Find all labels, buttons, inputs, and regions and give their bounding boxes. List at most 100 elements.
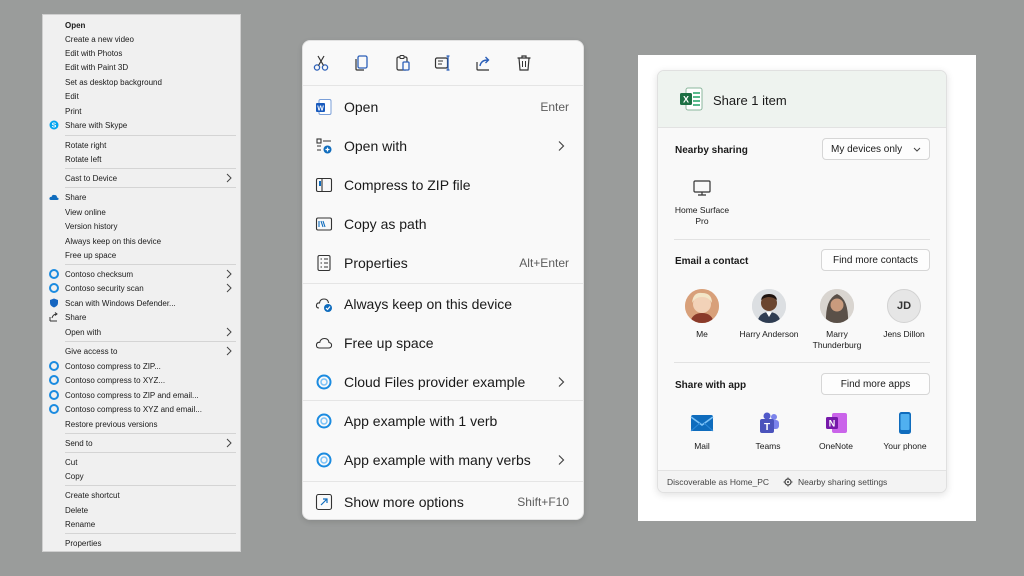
classic-item-defender[interactable]: Scan with Windows Defender... xyxy=(43,296,240,310)
classic-item-compress-zip[interactable]: Contoso compress to ZIP... xyxy=(43,359,240,373)
classic-item-version-history[interactable]: Version history xyxy=(43,219,240,233)
find-more-contacts-button[interactable]: Find more contacts xyxy=(821,249,930,271)
modern-item-app-many-verbs[interactable]: App example with many verbs xyxy=(303,441,583,479)
modern-item-open-with[interactable]: Open with xyxy=(303,127,583,165)
classic-item-rename[interactable]: Rename xyxy=(43,517,240,531)
app-label: Teams xyxy=(755,441,781,451)
contact-me[interactable]: Me xyxy=(672,289,732,349)
skype-icon: S xyxy=(49,120,59,130)
cut-button[interactable] xyxy=(310,52,332,74)
svg-text:N: N xyxy=(829,419,836,429)
cut-icon xyxy=(313,55,329,71)
classic-item-cast[interactable]: Cast to Device xyxy=(43,171,240,185)
classic-separator xyxy=(65,264,236,265)
chevron-right-icon xyxy=(226,173,232,183)
classic-separator xyxy=(65,135,236,136)
share-title: Share 1 item xyxy=(713,93,787,108)
modern-item-label: Show more options xyxy=(344,494,464,510)
classic-item-share-onedrive[interactable]: Share xyxy=(43,190,240,204)
contoso-icon xyxy=(49,404,59,414)
modern-item-copy-path[interactable]: Copy as path xyxy=(303,205,583,243)
contoso-icon xyxy=(49,283,59,293)
classic-item-compress-xyz[interactable]: Contoso compress to XYZ... xyxy=(43,373,240,387)
contoso-icon xyxy=(49,375,59,385)
classic-item-print[interactable]: Print xyxy=(43,104,240,118)
modern-item-label: Always keep on this device xyxy=(344,296,513,312)
nearby-sharing-settings-link[interactable]: Nearby sharing settings xyxy=(798,477,887,487)
modern-item-label: Properties xyxy=(344,255,408,271)
classic-item-free-space[interactable]: Free up space xyxy=(43,248,240,262)
classic-item-properties[interactable]: Properties xyxy=(43,536,240,550)
classic-item-open-with[interactable]: Open with xyxy=(43,325,240,339)
classic-separator xyxy=(65,452,236,453)
modern-item-always-keep[interactable]: Always keep on this device xyxy=(303,285,583,323)
share-separator xyxy=(674,239,930,240)
classic-item-give-access[interactable]: Give access to xyxy=(43,344,240,358)
classic-item-restore-versions[interactable]: Restore previous versions xyxy=(43,417,240,431)
classic-item-contoso-security[interactable]: Contoso security scan xyxy=(43,281,240,295)
classic-item-always-keep[interactable]: Always keep on this device xyxy=(43,234,240,248)
app-onenote[interactable]: N OneNote xyxy=(810,411,862,453)
classic-item-edit-photos[interactable]: Edit with Photos xyxy=(43,46,240,60)
nearby-sharing-dropdown[interactable]: My devices only xyxy=(822,138,930,160)
modern-item-properties[interactable]: Properties Alt+Enter xyxy=(303,244,583,282)
classic-item-rotate-right[interactable]: Rotate right xyxy=(43,138,240,152)
modern-item-free-space[interactable]: Free up space xyxy=(303,324,583,362)
classic-item-edit-paint3d[interactable]: Edit with Paint 3D xyxy=(43,60,240,74)
classic-item-send-to[interactable]: Send to xyxy=(43,436,240,450)
modern-separator xyxy=(303,400,583,401)
classic-item-create-video[interactable]: Create a new video xyxy=(43,32,240,46)
copy-button[interactable] xyxy=(351,52,373,74)
share-button[interactable] xyxy=(473,52,495,74)
app-mail[interactable]: Mail xyxy=(676,411,728,453)
modern-item-label: Copy as path xyxy=(344,216,427,232)
classic-item-open[interactable]: Open xyxy=(43,18,240,32)
app-teams[interactable]: T Teams xyxy=(742,411,794,453)
classic-item-create-shortcut[interactable]: Create shortcut xyxy=(43,488,240,502)
classic-item-rotate-left[interactable]: Rotate left xyxy=(43,152,240,166)
contact-name: Harry Anderson xyxy=(739,329,799,339)
classic-item-cut[interactable]: Cut xyxy=(43,455,240,469)
modern-item-show-more[interactable]: Show more options Shift+F10 xyxy=(303,483,583,519)
classic-item-contoso-checksum[interactable]: Contoso checksum xyxy=(43,267,240,281)
classic-item-compress-zip-email[interactable]: Contoso compress to ZIP and email... xyxy=(43,388,240,402)
classic-separator xyxy=(65,168,236,169)
app-your-phone[interactable]: Your phone xyxy=(876,411,934,453)
classic-item-compress-xyz-email[interactable]: Contoso compress to XYZ and email... xyxy=(43,402,240,416)
find-more-apps-button[interactable]: Find more apps xyxy=(821,373,930,395)
delete-button[interactable] xyxy=(513,52,535,74)
classic-separator xyxy=(65,533,236,534)
classic-item-view-online[interactable]: View online xyxy=(43,205,240,219)
chevron-right-icon xyxy=(558,141,565,151)
classic-item-share-skype[interactable]: S Share with Skype xyxy=(43,118,240,132)
share-icon xyxy=(476,56,490,71)
contact-harry-anderson[interactable]: Harry Anderson xyxy=(736,289,802,349)
trash-icon xyxy=(517,55,531,71)
copy-icon xyxy=(355,55,368,71)
rename-button[interactable] xyxy=(432,52,454,74)
paste-button[interactable] xyxy=(392,52,414,74)
classic-item-copy[interactable]: Copy xyxy=(43,469,240,483)
zip-icon xyxy=(315,177,333,193)
avatar-initials: JD xyxy=(887,289,921,323)
classic-item-set-background[interactable]: Set as desktop background xyxy=(43,75,240,89)
modern-item-open[interactable]: W Open Enter xyxy=(303,88,583,126)
contact-jens-dillon[interactable]: JD Jens Dillon xyxy=(874,289,934,349)
contact-marry-thunderburg[interactable]: Marry Thunderburg xyxy=(806,289,868,359)
modern-item-app-one-verb[interactable]: App example with 1 verb xyxy=(303,402,583,440)
contoso-icon xyxy=(316,452,332,468)
cloud-keep-icon xyxy=(315,298,332,312)
excel-icon: X xyxy=(680,87,703,111)
modern-item-cloud-files[interactable]: Cloud Files provider example xyxy=(303,363,583,401)
classic-item-edit[interactable]: Edit xyxy=(43,89,240,103)
share-with-app-title: Share with app xyxy=(675,380,747,391)
shortcut-text: Shift+F10 xyxy=(517,495,569,509)
show-more-icon xyxy=(315,493,333,511)
modern-item-label: Cloud Files provider example xyxy=(344,374,526,390)
nearby-device[interactable]: Home Surface Pro xyxy=(672,176,732,231)
classic-item-delete[interactable]: Delete xyxy=(43,503,240,517)
classic-item-share[interactable]: Share xyxy=(43,310,240,324)
modern-item-compress-zip[interactable]: Compress to ZIP file xyxy=(303,166,583,204)
teams-icon: T xyxy=(760,412,779,433)
svg-text:W: W xyxy=(317,105,324,112)
